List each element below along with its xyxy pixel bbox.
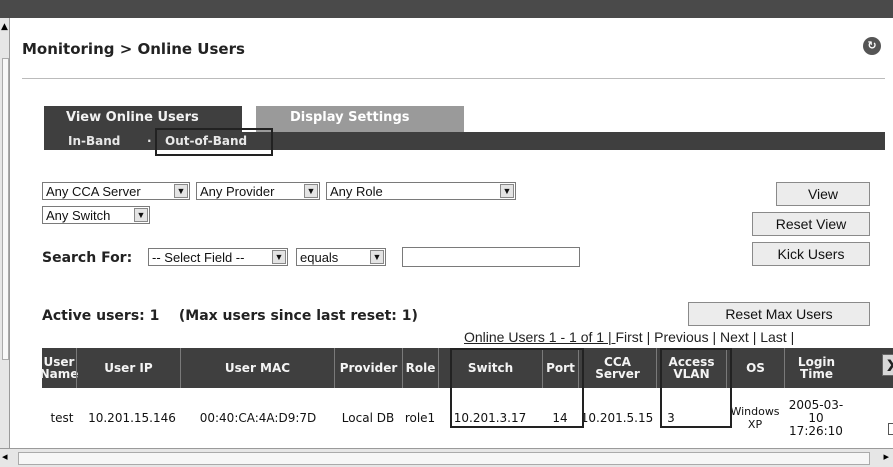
active-users-status: Active users: 1 (Max users since last re…	[42, 308, 418, 324]
pager-summary: Online Users 1 - 1 of 1 |	[464, 329, 616, 345]
role-select[interactable]: Any Role ▼	[326, 182, 516, 200]
title-divider	[22, 78, 885, 79]
switch-select[interactable]: Any Switch ▼	[42, 206, 150, 224]
vertical-scroll-thumb[interactable]	[2, 58, 9, 360]
operator-value: equals	[300, 250, 339, 265]
scroll-right-icon[interactable]: ▸	[883, 450, 889, 463]
chevron-down-icon[interactable]: ▼	[272, 250, 286, 264]
col-user-name[interactable]: User Name	[40, 348, 79, 388]
cell-provider: Local DB	[341, 410, 395, 425]
provider-value: Any Provider	[200, 184, 275, 199]
col-role[interactable]: Role	[402, 348, 438, 388]
highlight-box-access-vlan	[660, 348, 732, 428]
highlight-box-out-of-band	[155, 128, 273, 156]
pager-first-link[interactable]: First	[615, 329, 642, 345]
chevron-down-icon[interactable]: ▼	[370, 250, 384, 264]
cca-server-value: Any CCA Server	[46, 184, 141, 199]
provider-select[interactable]: Any Provider ▼	[196, 182, 320, 200]
cca-server-select[interactable]: Any CCA Server ▼	[42, 182, 190, 200]
search-for-label: Search For:	[42, 250, 133, 266]
view-button[interactable]: View	[776, 182, 870, 206]
cell-user-mac: 00:40:CA:4A:D9:7D	[199, 410, 317, 425]
horizontal-scroll-thumb[interactable]	[18, 452, 870, 465]
col-cca-server[interactable]: CCA Server	[578, 348, 656, 388]
search-field-value: -- Select Field --	[152, 250, 245, 265]
subtab-in-band[interactable]: In-Band	[68, 132, 120, 150]
row-select-checkbox[interactable]	[888, 423, 893, 435]
chevron-down-icon[interactable]: ▼	[500, 184, 514, 198]
col-provider[interactable]: Provider	[334, 348, 402, 388]
cell-cca-server: 10.201.5.15	[580, 410, 654, 425]
pager-next-link[interactable]: Next	[720, 329, 749, 345]
scroll-left-icon[interactable]: ◂	[2, 450, 8, 463]
pagination: Online Users 1 - 1 of 1 | First | Previo…	[464, 329, 795, 345]
window-top-bar	[0, 0, 893, 18]
col-login-time[interactable]: Login Time	[784, 348, 848, 388]
search-field-select[interactable]: -- Select Field -- ▼	[148, 248, 288, 266]
col-os[interactable]: OS	[726, 348, 784, 388]
search-input[interactable]	[402, 247, 580, 267]
role-value: Any Role	[330, 184, 383, 199]
cell-os: Windows XP	[730, 405, 780, 431]
pager-previous-link[interactable]: Previous	[654, 329, 708, 345]
reset-view-button[interactable]: Reset View	[752, 212, 870, 236]
chevron-down-icon[interactable]: ▼	[304, 184, 318, 198]
refresh-help-icon[interactable]: ↻	[863, 37, 881, 55]
switch-value: Any Switch	[46, 208, 111, 223]
reset-max-users-button[interactable]: Reset Max Users	[688, 302, 870, 326]
col-user-mac[interactable]: User MAC	[180, 348, 334, 388]
remove-all-icon[interactable]: X	[882, 354, 893, 376]
kick-users-button[interactable]: Kick Users	[752, 242, 870, 266]
subtab-separator: ·	[147, 134, 152, 148]
horizontal-scrollbar[interactable]: ◂ ▸	[0, 448, 893, 467]
col-user-ip[interactable]: User IP	[76, 348, 180, 388]
cell-login-time: 2005-03- 10 17:26:10	[788, 397, 844, 438]
highlight-box-switch-port	[450, 348, 584, 428]
cell-role: role1	[404, 410, 436, 425]
main-content: Monitoring > Online Users ↻ View Online …	[10, 18, 893, 448]
pager-last-link[interactable]: Last	[760, 329, 786, 345]
operator-select[interactable]: equals ▼	[296, 248, 386, 266]
tab-display-settings[interactable]: Display Settings	[256, 106, 464, 132]
chevron-down-icon[interactable]: ▼	[134, 208, 148, 222]
scroll-up-icon[interactable]: ▲	[1, 22, 8, 32]
cell-user-ip: 10.201.15.146	[88, 410, 176, 425]
cell-user-name: test	[50, 410, 74, 425]
page-title: Monitoring > Online Users	[22, 40, 245, 58]
chevron-down-icon[interactable]: ▼	[174, 184, 188, 198]
vertical-scrollbar[interactable]: ▲	[0, 18, 10, 448]
